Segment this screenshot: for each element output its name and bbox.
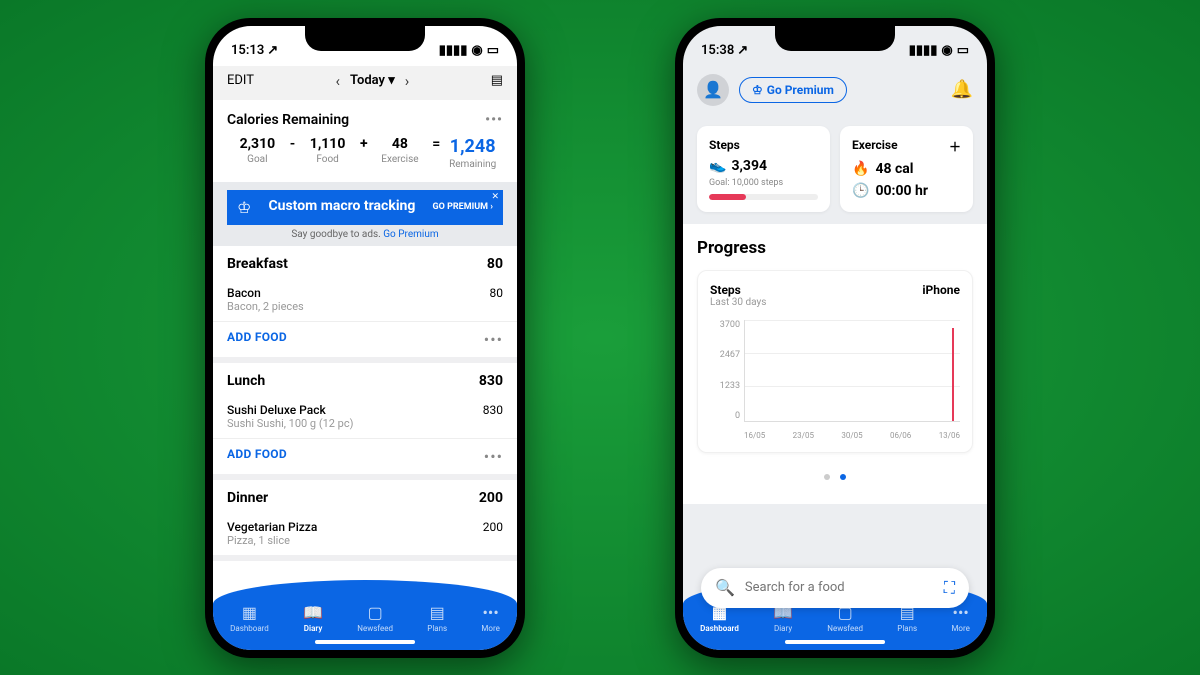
crown-icon: ♔ — [237, 198, 251, 217]
premium-banner[interactable]: ♔ Custom macro tracking GO PREMIUM › ✕ — [227, 190, 503, 225]
page-dot-active — [840, 474, 846, 480]
edit-button[interactable]: EDIT — [227, 73, 254, 88]
plans-icon: ▤ — [430, 603, 445, 622]
calories-heading: Calories Remaining — [227, 112, 349, 128]
exercise-value: 48 — [370, 136, 431, 152]
tab-dashboard[interactable]: ▦Dashboard — [230, 603, 269, 633]
flame-icon: 🔥 — [852, 161, 869, 177]
steps-value: 3,394 — [731, 158, 767, 174]
signal-icon: ▮▮▮▮ — [439, 43, 468, 58]
phone-left: 15:13 ↗ ▮▮▮▮ ◉ ▭ EDIT ‹ Today ▾ › ▤ — [205, 18, 525, 658]
battery-icon: ▭ — [487, 43, 499, 58]
notch — [305, 26, 425, 51]
newsfeed-icon: ▢ — [368, 603, 383, 622]
wifi-icon: ◉ — [941, 43, 952, 58]
add-food-button[interactable]: ADD FOOD — [227, 447, 287, 466]
add-exercise-button[interactable]: ＋ — [949, 138, 961, 155]
steps-goal: Goal: 10,000 steps — [709, 178, 818, 188]
avatar[interactable]: 👤 — [697, 74, 729, 106]
location-icon: ↗ — [737, 43, 748, 58]
searchbar[interactable]: 🔍 ⛶ — [701, 568, 969, 608]
progress-heading: Progress — [683, 238, 987, 270]
more-icon[interactable]: ••• — [484, 447, 503, 466]
notifications-icon[interactable]: 🔔 — [951, 79, 973, 100]
signal-icon: ▮▮▮▮ — [909, 43, 938, 58]
exercise-cal: 48 cal — [875, 161, 913, 177]
banner-area: ♔ Custom macro tracking GO PREMIUM › ✕ S… — [213, 182, 517, 246]
steps-chart-card[interactable]: StepsLast 30 days iPhone 3700 2467 1233 … — [697, 270, 973, 453]
go-premium-button[interactable]: ♔Go Premium — [739, 77, 847, 103]
more-icon[interactable]: ••• — [485, 112, 503, 128]
topbar: EDIT ‹ Today ▾ › ▤ — [213, 66, 517, 100]
exercise-time: 00:00 hr — [875, 183, 928, 199]
summary-cards: Steps 👟3,394 Goal: 10,000 steps Exercise… — [683, 114, 987, 224]
crown-icon: ♔ — [752, 83, 763, 97]
go-premium-cta[interactable]: GO PREMIUM › — [433, 202, 494, 212]
tab-plans[interactable]: ▤Plans — [427, 603, 447, 633]
meal-item[interactable]: Vegetarian PizzaPizza, 1 slice200 — [213, 516, 517, 555]
notch — [775, 26, 895, 51]
wifi-icon: ◉ — [471, 43, 482, 58]
status-time: 15:13 — [231, 43, 264, 58]
search-input[interactable] — [745, 580, 934, 595]
ad-note: Say goodbye to ads. Go Premium — [227, 229, 503, 240]
chart-spike — [952, 328, 954, 421]
date-picker[interactable]: Today ▾ — [350, 73, 395, 88]
tab-newsfeed[interactable]: ▢Newsfeed — [357, 603, 393, 633]
chart-title: Steps — [710, 283, 766, 297]
dashboard-icon: ▦ — [242, 603, 257, 622]
steps-progress — [709, 194, 818, 200]
meal-item[interactable]: Sushi Deluxe PackSushi Sushi, 100 g (12 … — [213, 399, 517, 438]
barcode-icon[interactable]: ⛶ — [944, 578, 955, 598]
steps-card[interactable]: Steps 👟3,394 Goal: 10,000 steps — [697, 126, 830, 212]
calories-card: Calories Remaining ••• 2,310Goal - 1,110… — [213, 100, 517, 182]
remaining-value: 1,248 — [442, 136, 503, 157]
add-food-button[interactable]: ADD FOOD — [227, 330, 287, 349]
clock-icon: 🕒 — [852, 183, 869, 199]
go-premium-link[interactable]: Go Premium — [383, 229, 438, 240]
pager[interactable] — [683, 465, 987, 484]
search-icon: 🔍 — [715, 578, 735, 597]
next-day-button[interactable]: › — [405, 72, 410, 90]
progress-section: Progress StepsLast 30 days iPhone 3700 2… — [683, 224, 987, 504]
nutrition-icon[interactable]: ▤ — [491, 73, 503, 88]
location-icon: ↗ — [267, 43, 278, 58]
page-dot — [824, 474, 830, 480]
food-value: 1,110 — [297, 136, 358, 152]
battery-icon: ▭ — [957, 43, 969, 58]
meal-breakfast: Breakfast80 BaconBacon, 2 pieces80 ADD F… — [213, 246, 517, 363]
chart-source: iPhone — [922, 283, 960, 308]
meal-lunch: Lunch830 Sushi Deluxe PackSushi Sushi, 1… — [213, 363, 517, 480]
diary-icon: 📖 — [303, 603, 323, 622]
close-icon[interactable]: ✕ — [491, 192, 499, 202]
header: 👤 ♔Go Premium 🔔 — [683, 66, 987, 114]
meal-dinner: Dinner200 Vegetarian PizzaPizza, 1 slice… — [213, 480, 517, 561]
more-icon[interactable]: ••• — [484, 330, 503, 349]
tab-more[interactable]: •••More — [481, 603, 499, 633]
user-icon: 👤 — [703, 80, 723, 99]
tab-diary[interactable]: 📖Diary — [303, 603, 323, 633]
exercise-card[interactable]: Exercise＋ 🔥48 cal 🕒00:00 hr — [840, 126, 973, 212]
more-icon: ••• — [483, 603, 499, 622]
meal-item[interactable]: BaconBacon, 2 pieces80 — [213, 282, 517, 321]
home-indicator[interactable] — [315, 640, 415, 644]
chart-subtitle: Last 30 days — [710, 297, 766, 308]
prev-day-button[interactable]: ‹ — [335, 72, 340, 90]
chart-area: 3700 2467 1233 0 16/05 — [710, 320, 960, 440]
shoe-icon: 👟 — [709, 158, 726, 174]
phone-right: 15:38 ↗ ▮▮▮▮ ◉ ▭ 👤 ♔Go Premium 🔔 Steps 👟… — [675, 18, 995, 658]
goal-value: 2,310 — [227, 136, 288, 152]
status-time: 15:38 — [701, 43, 734, 58]
home-indicator[interactable] — [785, 640, 885, 644]
